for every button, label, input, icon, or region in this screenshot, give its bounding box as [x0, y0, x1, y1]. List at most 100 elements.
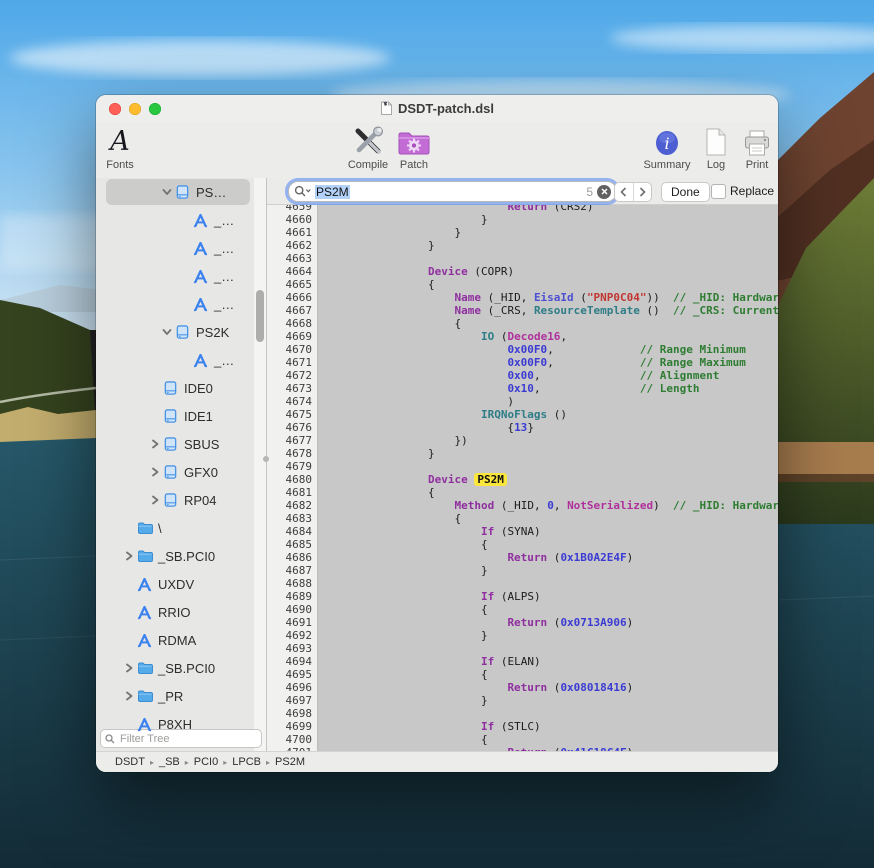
- sidebar-scrollbar-thumb[interactable]: [256, 290, 264, 342]
- code-line[interactable]: 4696 Return (0x08018416): [267, 681, 778, 694]
- code-line[interactable]: 4676 {13}: [267, 421, 778, 434]
- tree-item[interactable]: _…: [96, 206, 254, 234]
- replace-checkbox[interactable]: [711, 184, 726, 199]
- code-line[interactable]: 4672 0x00, // Alignment: [267, 369, 778, 382]
- code-line[interactable]: 4668 {: [267, 317, 778, 330]
- filter-tree-input[interactable]: [118, 732, 257, 746]
- code-line[interactable]: 4697 }: [267, 694, 778, 707]
- tree-item[interactable]: RDMA: [96, 626, 254, 654]
- chevron-right-icon[interactable]: [148, 465, 162, 479]
- code-line[interactable]: 4667 Name (_CRS, ResourceTemplate () // …: [267, 304, 778, 317]
- tree-item[interactable]: RP04: [96, 486, 254, 514]
- code-line[interactable]: 4664 Device (COPR): [267, 265, 778, 278]
- code-line[interactable]: 4683 {: [267, 512, 778, 525]
- code-line[interactable]: 4680 Device PS2M: [267, 473, 778, 486]
- match-count: 5: [586, 185, 593, 199]
- tree-item[interactable]: SBUS: [96, 430, 254, 458]
- chevron-right-icon[interactable]: [122, 549, 136, 563]
- fonts-button[interactable]: A Fonts: [96, 124, 152, 171]
- code-line[interactable]: 4687 }: [267, 564, 778, 577]
- tree-item[interactable]: _PR: [96, 682, 254, 710]
- chevron-down-icon[interactable]: [160, 185, 174, 199]
- code-text: [317, 707, 322, 720]
- print-button[interactable]: Print: [725, 124, 778, 171]
- clear-search-button[interactable]: [597, 185, 611, 199]
- tree-item[interactable]: _…: [96, 234, 254, 262]
- title-bar[interactable]: DSDT-patch.dsl: [96, 95, 778, 122]
- tree-item[interactable]: PS…: [96, 178, 254, 206]
- code-line[interactable]: 4682 Method (_HID, 0, NotSerialized) // …: [267, 499, 778, 512]
- breadcrumb-item[interactable]: PS2M: [275, 756, 305, 768]
- code-line[interactable]: 4701 Return (0x41C18C4F): [267, 746, 778, 751]
- toolbar-label: Patch: [400, 159, 428, 171]
- code-line[interactable]: 4700 {: [267, 733, 778, 746]
- tree-item[interactable]: _SB.PCI0: [96, 542, 254, 570]
- patch-button[interactable]: Patch: [382, 124, 446, 171]
- code-line[interactable]: 4678 }: [267, 447, 778, 460]
- code-line[interactable]: 4679: [267, 460, 778, 473]
- code-line[interactable]: 4673 0x10, // Length: [267, 382, 778, 395]
- splitter-handle[interactable]: [263, 456, 269, 462]
- tree-item[interactable]: GFX0: [96, 458, 254, 486]
- tree-item[interactable]: _…: [96, 290, 254, 318]
- chevron-down-icon[interactable]: [160, 325, 174, 339]
- tree-item[interactable]: _SB.PCI0: [96, 654, 254, 682]
- tree-item[interactable]: RRIO: [96, 598, 254, 626]
- code-line[interactable]: 4669 IO (Decode16,: [267, 330, 778, 343]
- code-line[interactable]: 4660 }: [267, 213, 778, 226]
- sidebar-scrollbar-track[interactable]: [254, 178, 266, 751]
- find-input[interactable]: PS2M 5: [288, 181, 617, 202]
- code-line[interactable]: 4666 Name (_HID, EisaId ("PNP0C04")) // …: [267, 291, 778, 304]
- code-line[interactable]: 4674 ): [267, 395, 778, 408]
- code-line[interactable]: 4684 If (SYNA): [267, 525, 778, 538]
- filter-tree-field[interactable]: [100, 729, 262, 748]
- code-line[interactable]: 4689 If (ALPS): [267, 590, 778, 603]
- done-button[interactable]: Done: [661, 182, 710, 202]
- code-line[interactable]: 4681 {: [267, 486, 778, 499]
- chevron-right-icon[interactable]: [122, 661, 136, 675]
- code-line[interactable]: 4694 If (ELAN): [267, 655, 778, 668]
- close-button[interactable]: [109, 103, 121, 115]
- tree-item[interactable]: _…: [96, 262, 254, 290]
- tree-item[interactable]: IDE1: [96, 402, 254, 430]
- tree-item[interactable]: \: [96, 514, 254, 542]
- code-line[interactable]: 4663: [267, 252, 778, 265]
- code-line[interactable]: 4690 {: [267, 603, 778, 616]
- code-line[interactable]: 4695 {: [267, 668, 778, 681]
- code-line[interactable]: 4685 {: [267, 538, 778, 551]
- breadcrumb-item[interactable]: _SB: [159, 756, 180, 768]
- breadcrumb-item[interactable]: PCI0: [194, 756, 218, 768]
- previous-match-button[interactable]: [615, 183, 633, 201]
- code-line[interactable]: 4677 }): [267, 434, 778, 447]
- code-line[interactable]: 4693: [267, 642, 778, 655]
- chevron-right-icon[interactable]: [148, 437, 162, 451]
- chevron-right-icon[interactable]: [122, 689, 136, 703]
- zoom-button[interactable]: [149, 103, 161, 115]
- breadcrumb-separator-icon: ▸: [266, 758, 270, 767]
- code-line[interactable]: 4659 Return (CRS2): [267, 205, 778, 213]
- code-line[interactable]: 4670 0x00F0, // Range Minimum: [267, 343, 778, 356]
- tree-item[interactable]: _…: [96, 346, 254, 374]
- code-line[interactable]: 4675 IRQNoFlags (): [267, 408, 778, 421]
- next-match-button[interactable]: [633, 183, 652, 201]
- minimize-button[interactable]: [129, 103, 141, 115]
- code-line[interactable]: 4665 {: [267, 278, 778, 291]
- code-line[interactable]: 4692 }: [267, 629, 778, 642]
- tree-item[interactable]: IDE0: [96, 374, 254, 402]
- code-line[interactable]: 4698: [267, 707, 778, 720]
- code-line[interactable]: 4686 Return (0x1B0A2E4F): [267, 551, 778, 564]
- tree-item[interactable]: UXDV: [96, 570, 254, 598]
- tree-item[interactable]: PS2K: [96, 318, 254, 346]
- chevron-right-icon[interactable]: [148, 493, 162, 507]
- breadcrumb-item[interactable]: LPCB: [232, 756, 261, 768]
- code-line[interactable]: 4691 Return (0x0713A906): [267, 616, 778, 629]
- code-text: Device PS2M: [317, 473, 507, 486]
- breadcrumb-item[interactable]: DSDT: [115, 756, 145, 768]
- code-line[interactable]: 4688: [267, 577, 778, 590]
- code-line[interactable]: 4662 }: [267, 239, 778, 252]
- code-line[interactable]: 4661 }: [267, 226, 778, 239]
- code-editor[interactable]: 4659 Return (CRS2)4660 }4661 }4662 }4663…: [267, 205, 778, 751]
- code-line[interactable]: 4671 0x00F0, // Range Maximum: [267, 356, 778, 369]
- search-menu-icon[interactable]: [294, 185, 311, 198]
- code-line[interactable]: 4699 If (STLC): [267, 720, 778, 733]
